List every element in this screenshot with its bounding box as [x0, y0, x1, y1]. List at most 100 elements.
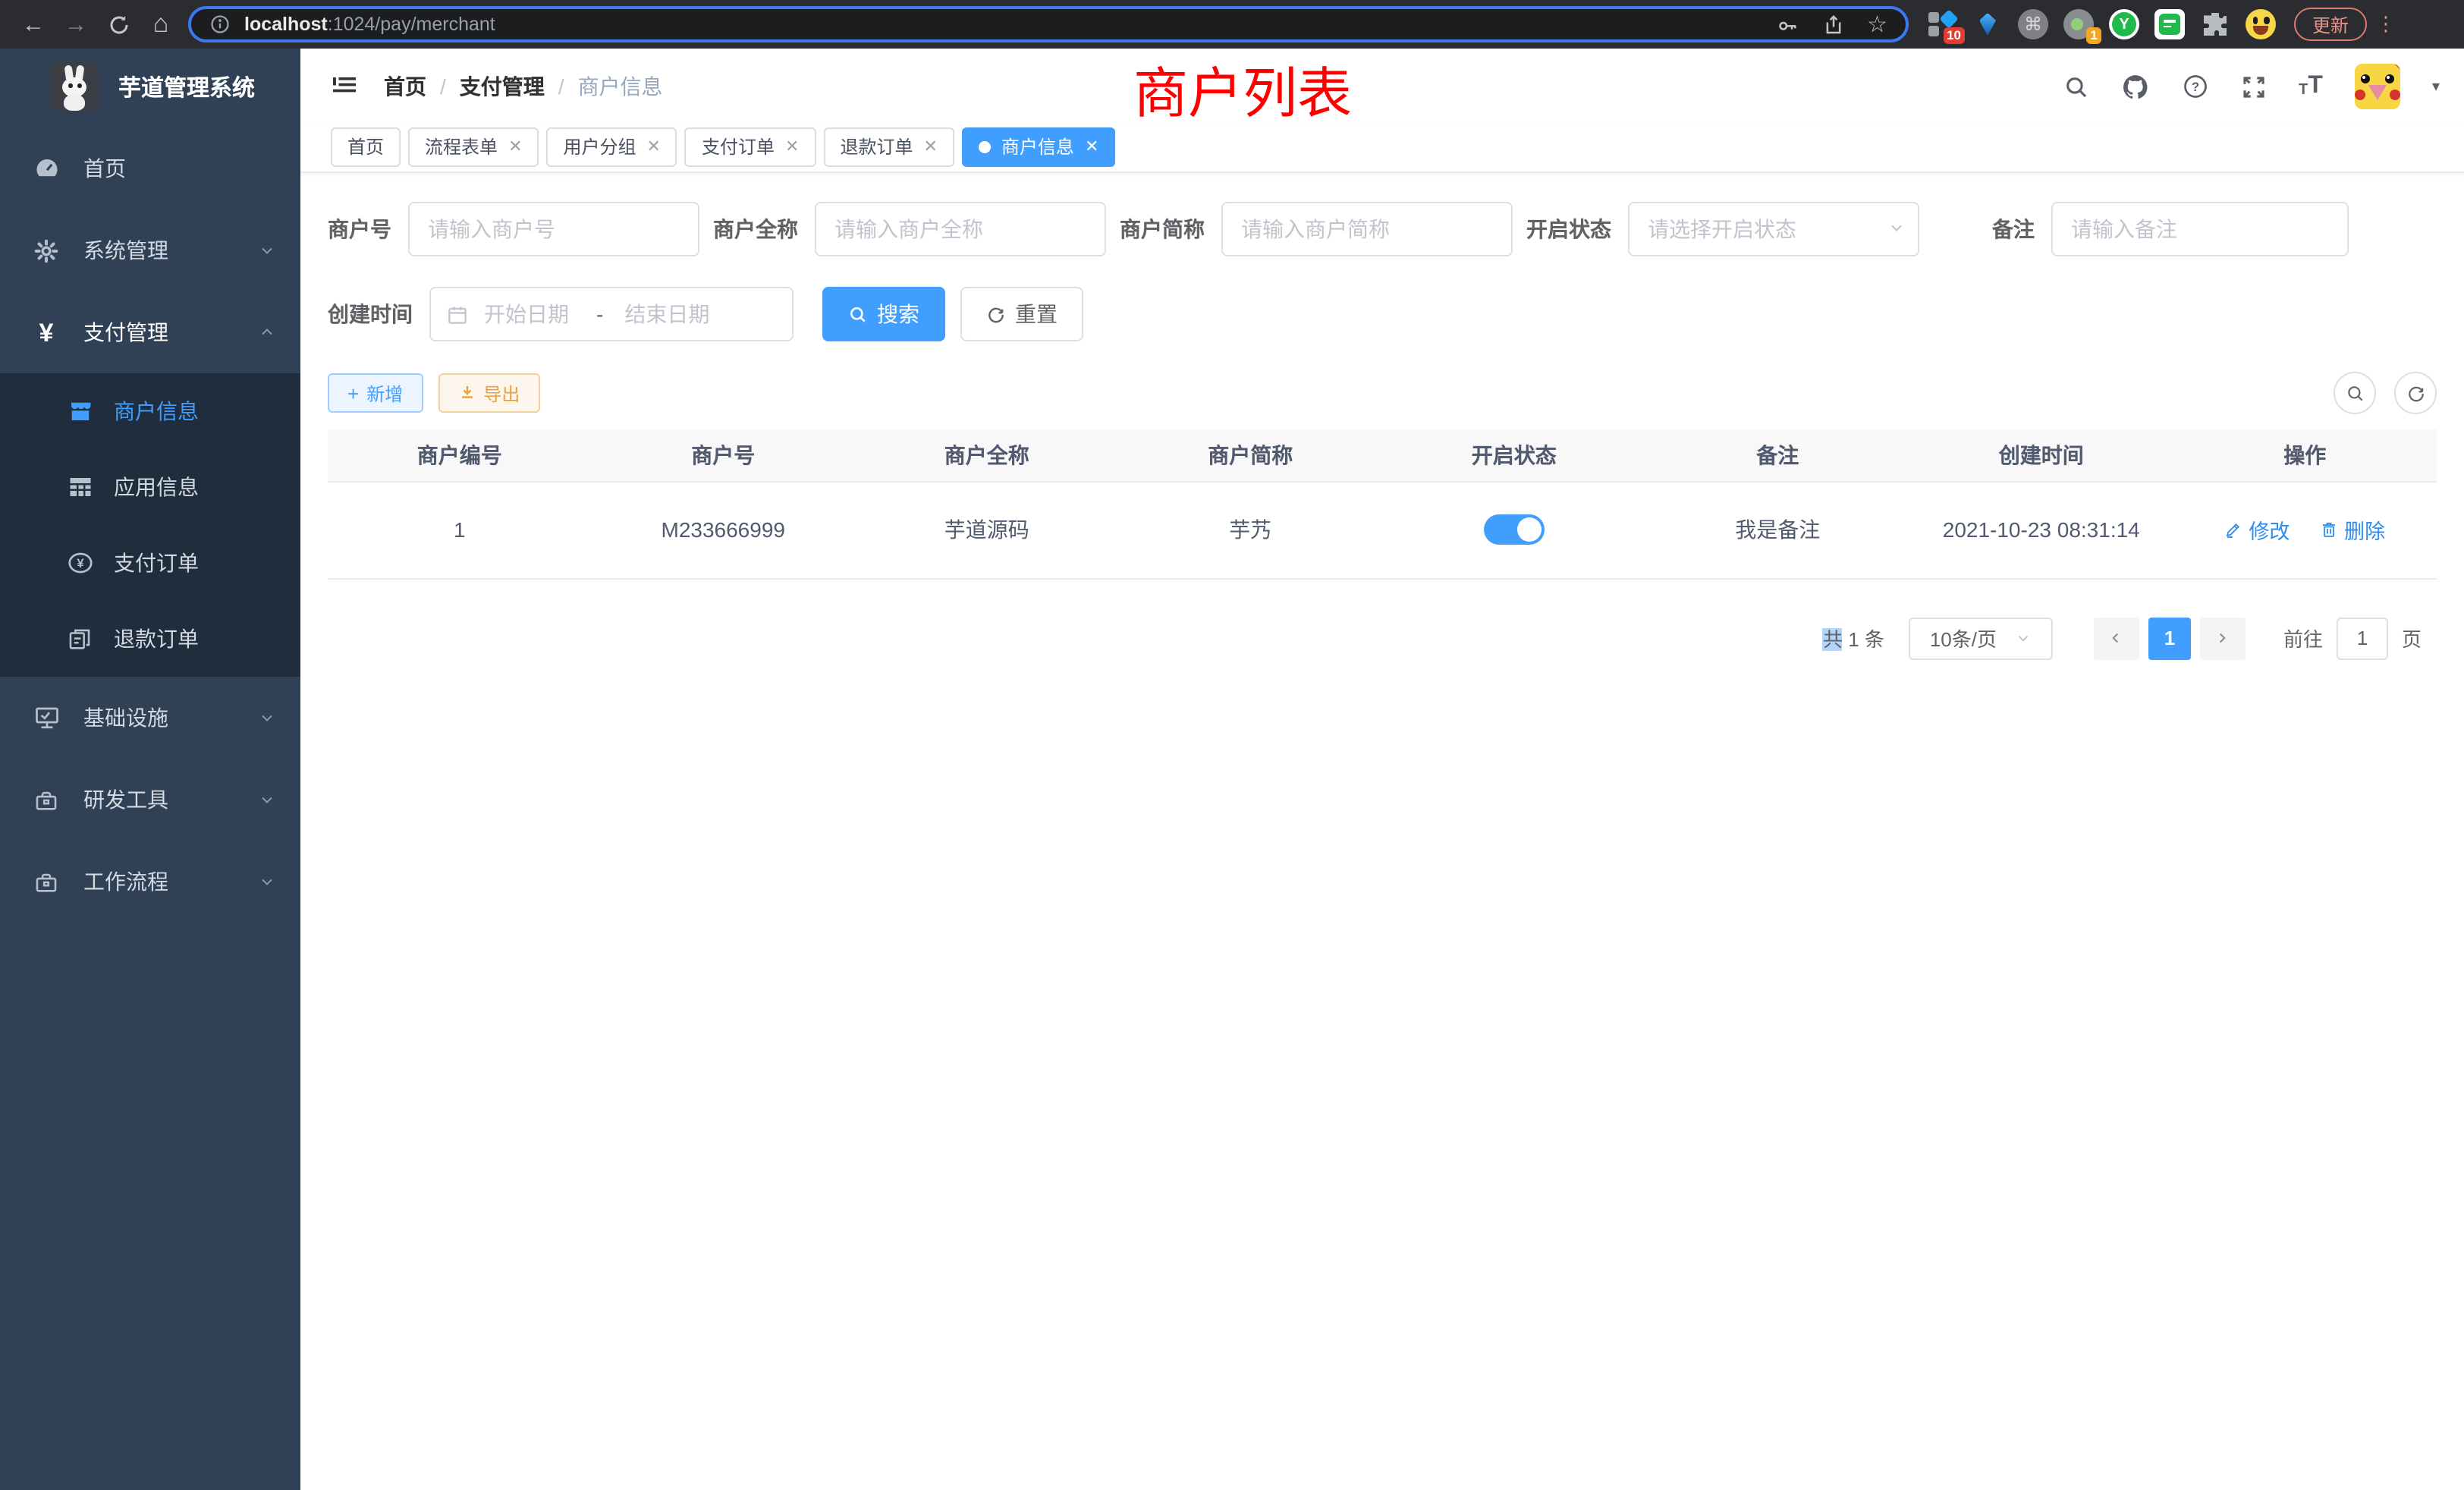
close-icon[interactable]: ✕: [923, 137, 937, 156]
tab-pay-order[interactable]: 支付订单✕: [685, 127, 816, 166]
tab-merchant-info[interactable]: 商户信息✕: [962, 127, 1115, 166]
status-select[interactable]: [1628, 202, 1919, 256]
browser-back-icon[interactable]: ←: [12, 3, 55, 46]
col-merchant-id: 商户编号: [328, 429, 592, 481]
export-button[interactable]: 导出: [438, 373, 539, 413]
sidebar-toggle-icon[interactable]: [331, 73, 358, 100]
chevron-down-icon: [258, 791, 276, 809]
yen-circle-icon: ¥: [65, 549, 94, 577]
sidebar-item-merchant-info[interactable]: 商户信息: [0, 373, 300, 449]
close-icon[interactable]: ✕: [1085, 137, 1098, 156]
extensions-puzzle-icon[interactable]: [2200, 9, 2230, 39]
app-title: 芋道管理系统: [118, 71, 255, 102]
extension-blocks-icon[interactable]: 10: [1927, 9, 1957, 39]
search-icon[interactable]: [2063, 74, 2089, 99]
breadcrumb: 首页 / 支付管理 / 商户信息: [384, 71, 663, 102]
extension-yudao-icon[interactable]: Y: [2109, 9, 2139, 39]
prev-page-button[interactable]: [2094, 617, 2139, 659]
search-button[interactable]: 搜索: [822, 287, 945, 341]
page-content: 商户号 商户全称 商户简称 开启状态: [300, 173, 2464, 1490]
sidebar: 芋道管理系统 首页: [0, 49, 300, 1490]
merchant-no-input[interactable]: [408, 202, 699, 256]
font-size-icon[interactable]: TT: [2299, 74, 2323, 99]
add-button[interactable]: + 新增: [328, 373, 423, 413]
browser-reload-icon[interactable]: [97, 3, 140, 46]
status-toggle[interactable]: [1484, 514, 1545, 545]
breadcrumb-current: 商户信息: [578, 71, 663, 102]
page-number-1[interactable]: 1: [2148, 617, 2191, 659]
close-icon[interactable]: ✕: [785, 137, 799, 156]
github-icon[interactable]: [2121, 72, 2150, 101]
browser-toolbar: ← → ⌂ localhost:1024/pay/merchant: [0, 0, 2464, 49]
sidebar-item-app-info[interactable]: 应用信息: [0, 449, 300, 525]
breadcrumb-payment[interactable]: 支付管理: [460, 71, 545, 102]
chevron-down-icon: [1887, 218, 1906, 237]
url-host: localhost: [244, 14, 328, 35]
top-navbar: 首页 / 支付管理 / 商户信息: [300, 49, 2464, 124]
delete-link[interactable]: 删除: [2320, 514, 2385, 545]
site-info-icon[interactable]: [209, 14, 231, 35]
main-area: 商户列表 首页 / 支付管理 / 商户信息: [300, 49, 2464, 1490]
remark-input[interactable]: [2051, 202, 2349, 256]
table-grid-icon: [65, 473, 94, 501]
browser-menu-icon[interactable]: ⋮: [2376, 17, 2394, 32]
password-key-icon[interactable]: [1776, 13, 1799, 36]
filter-status: 开启状态: [1526, 202, 1919, 256]
short-name-input[interactable]: [1221, 202, 1513, 256]
filter-full-name: 商户全称: [713, 202, 1106, 256]
sidebar-item-pay-order[interactable]: ¥ 支付订单: [0, 525, 300, 601]
tab-process-form[interactable]: 流程表单✕: [408, 127, 539, 166]
sidebar-item-home[interactable]: 首页: [0, 127, 300, 209]
extension-profile-icon[interactable]: 1: [2063, 9, 2094, 39]
sidebar-item-infra[interactable]: 基础设施: [0, 677, 300, 759]
fullscreen-icon[interactable]: [2241, 74, 2267, 99]
tab-refund-order[interactable]: 退款订单✕: [823, 127, 954, 166]
browser-forward-icon[interactable]: →: [55, 3, 97, 46]
tab-user-group[interactable]: 用户分组✕: [547, 127, 677, 166]
share-icon[interactable]: [1821, 13, 1844, 36]
chevron-down-icon: [2015, 630, 2032, 646]
toggle-search-button[interactable]: [2334, 372, 2376, 414]
col-full-name: 商户全称: [855, 429, 1119, 481]
close-icon[interactable]: ✕: [508, 137, 522, 156]
gear-icon: [32, 237, 61, 263]
full-name-input[interactable]: [815, 202, 1106, 256]
edit-link[interactable]: 修改: [2224, 514, 2290, 545]
help-icon[interactable]: ?: [2182, 73, 2209, 100]
calendar-icon: [446, 303, 469, 325]
goto-page-input[interactable]: [2337, 617, 2388, 659]
url-path: :1024/pay/merchant: [328, 14, 495, 35]
page-size-select[interactable]: 10条/页: [1909, 617, 2053, 659]
avatar-caret-icon[interactable]: ▾: [2432, 78, 2440, 95]
address-bar[interactable]: localhost:1024/pay/merchant ☆: [188, 6, 1909, 42]
sidebar-item-system[interactable]: 系统管理: [0, 209, 300, 291]
bookmark-star-icon[interactable]: ☆: [1867, 11, 1887, 38]
url-text[interactable]: localhost:1024/pay/merchant: [244, 14, 1776, 35]
tab-home[interactable]: 首页: [331, 127, 401, 166]
extension-chat-icon[interactable]: [2154, 9, 2185, 39]
sidebar-item-dev-tools[interactable]: 研发工具: [0, 759, 300, 841]
extension-command-icon[interactable]: ⌘: [2018, 9, 2048, 39]
browser-update-button[interactable]: 更新: [2294, 8, 2367, 41]
filter-merchant-no: 商户号: [328, 202, 699, 256]
close-icon[interactable]: ✕: [647, 137, 661, 156]
extension-kite-icon[interactable]: [1972, 9, 2003, 39]
extension-badge: 10: [1943, 27, 1965, 44]
sidebar-item-payment[interactable]: ¥ 支付管理: [0, 291, 300, 373]
extension-emoji-icon[interactable]: [2246, 9, 2276, 39]
next-page-button[interactable]: [2200, 617, 2246, 659]
col-create-time: 创建时间: [1909, 429, 2173, 481]
col-actions: 操作: [2173, 429, 2437, 481]
filter-create-time: 创建时间 开始日期 - 结束日期: [328, 287, 794, 341]
sidebar-item-workflow[interactable]: 工作流程: [0, 841, 300, 923]
col-short-name: 商户简称: [1119, 429, 1383, 481]
reset-button[interactable]: 重置: [960, 287, 1083, 341]
date-range-picker[interactable]: 开始日期 - 结束日期: [429, 287, 794, 341]
sidebar-item-refund-order[interactable]: 退款订单: [0, 601, 300, 677]
browser-extensions: 10 ⌘ 1 Y: [1927, 9, 2276, 39]
browser-home-icon[interactable]: ⌂: [140, 3, 182, 46]
user-avatar[interactable]: [2355, 64, 2400, 109]
refresh-button[interactable]: [2394, 372, 2437, 414]
breadcrumb-home[interactable]: 首页: [384, 71, 426, 102]
plus-icon: +: [347, 383, 359, 403]
